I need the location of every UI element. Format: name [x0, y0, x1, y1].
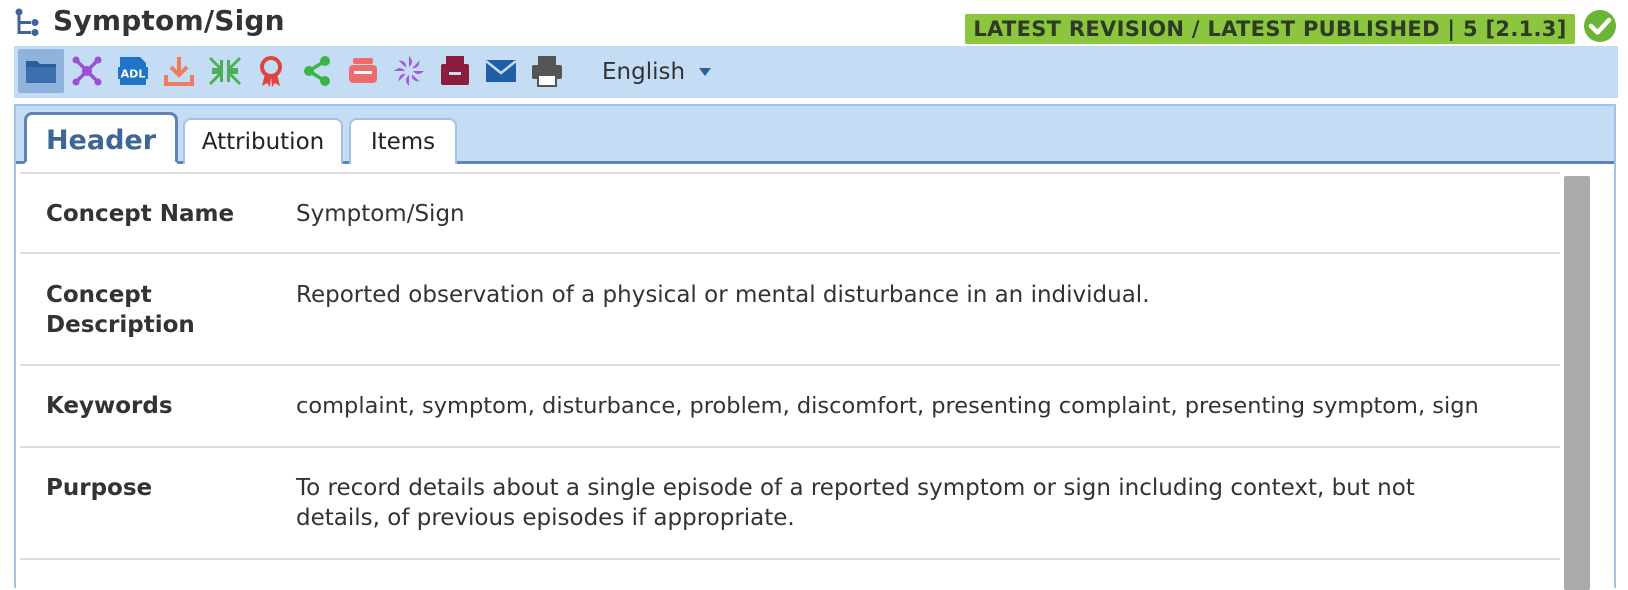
adl-icon: ADL — [118, 57, 148, 85]
compress-icon — [209, 57, 241, 85]
archive-button[interactable] — [432, 49, 478, 93]
row-label: Concept Description — [46, 282, 195, 338]
row-value: To record details about a single episode… — [296, 475, 1415, 531]
tab-panel: Header Attribution Items Concept Name Sy… — [14, 104, 1616, 590]
mindmap-button[interactable] — [64, 49, 110, 93]
toolbar: ADL English — [14, 46, 1618, 98]
status-badge: LATEST REVISION / LATEST PUBLISHED | 5 [… — [965, 14, 1575, 44]
spinner-button[interactable] — [386, 49, 432, 93]
row-concept-description: Concept Description Reported observation… — [20, 252, 1560, 364]
download-button[interactable] — [156, 49, 202, 93]
row-label: Concept Name — [46, 201, 235, 227]
tab-attribution[interactable]: Attribution — [183, 118, 343, 164]
tree-structure-icon — [15, 8, 39, 36]
email-icon — [485, 60, 517, 82]
compress-button[interactable] — [202, 49, 248, 93]
folder-button[interactable] — [18, 49, 64, 93]
language-label: English — [602, 59, 686, 85]
share-button[interactable] — [294, 49, 340, 93]
page-title: Symptom/Sign — [53, 4, 285, 37]
printer-stack-icon — [349, 58, 377, 83]
svg-text:ADL: ADL — [121, 68, 146, 81]
tab-strip: Header Attribution Items — [16, 106, 1614, 164]
download-icon — [164, 57, 194, 86]
spinner-icon — [394, 56, 424, 86]
award-icon — [260, 56, 282, 87]
printer-stack-button[interactable] — [340, 49, 386, 93]
row-value: Reported observation of a physical or me… — [296, 282, 1150, 308]
row-label: Keywords — [46, 393, 173, 419]
caret-down-icon — [699, 68, 712, 76]
row-value: Symptom/Sign — [296, 201, 465, 227]
mindmap-icon — [72, 56, 102, 86]
row-keywords: Keywords complaint, symptom, disturbance… — [20, 364, 1560, 446]
row-purpose: Purpose To record details about a single… — [20, 446, 1560, 558]
title-bar: Symptom/Sign LATEST REVISION / LATEST PU… — [0, 0, 1628, 46]
check-circle-icon — [1584, 10, 1616, 42]
tab-header[interactable]: Header — [24, 112, 178, 164]
print-icon — [532, 56, 562, 87]
row-label: Purpose — [46, 475, 153, 501]
folder-icon — [26, 61, 56, 83]
archive-icon — [441, 56, 469, 85]
share-icon — [304, 56, 330, 86]
vertical-scrollbar[interactable] — [1564, 176, 1590, 590]
language-select[interactable]: English — [602, 56, 712, 88]
row-concept-name: Concept Name Symptom/Sign — [20, 172, 1560, 252]
adl-button[interactable]: ADL — [110, 49, 156, 93]
tab-items[interactable]: Items — [349, 118, 457, 164]
email-button[interactable] — [478, 49, 524, 93]
row-value: complaint, symptom, disturbance, problem… — [296, 393, 1479, 419]
row-next — [20, 558, 1560, 590]
print-button[interactable] — [524, 49, 570, 93]
header-details: Concept Name Symptom/Sign Concept Descri… — [20, 172, 1560, 590]
award-button[interactable] — [248, 49, 294, 93]
